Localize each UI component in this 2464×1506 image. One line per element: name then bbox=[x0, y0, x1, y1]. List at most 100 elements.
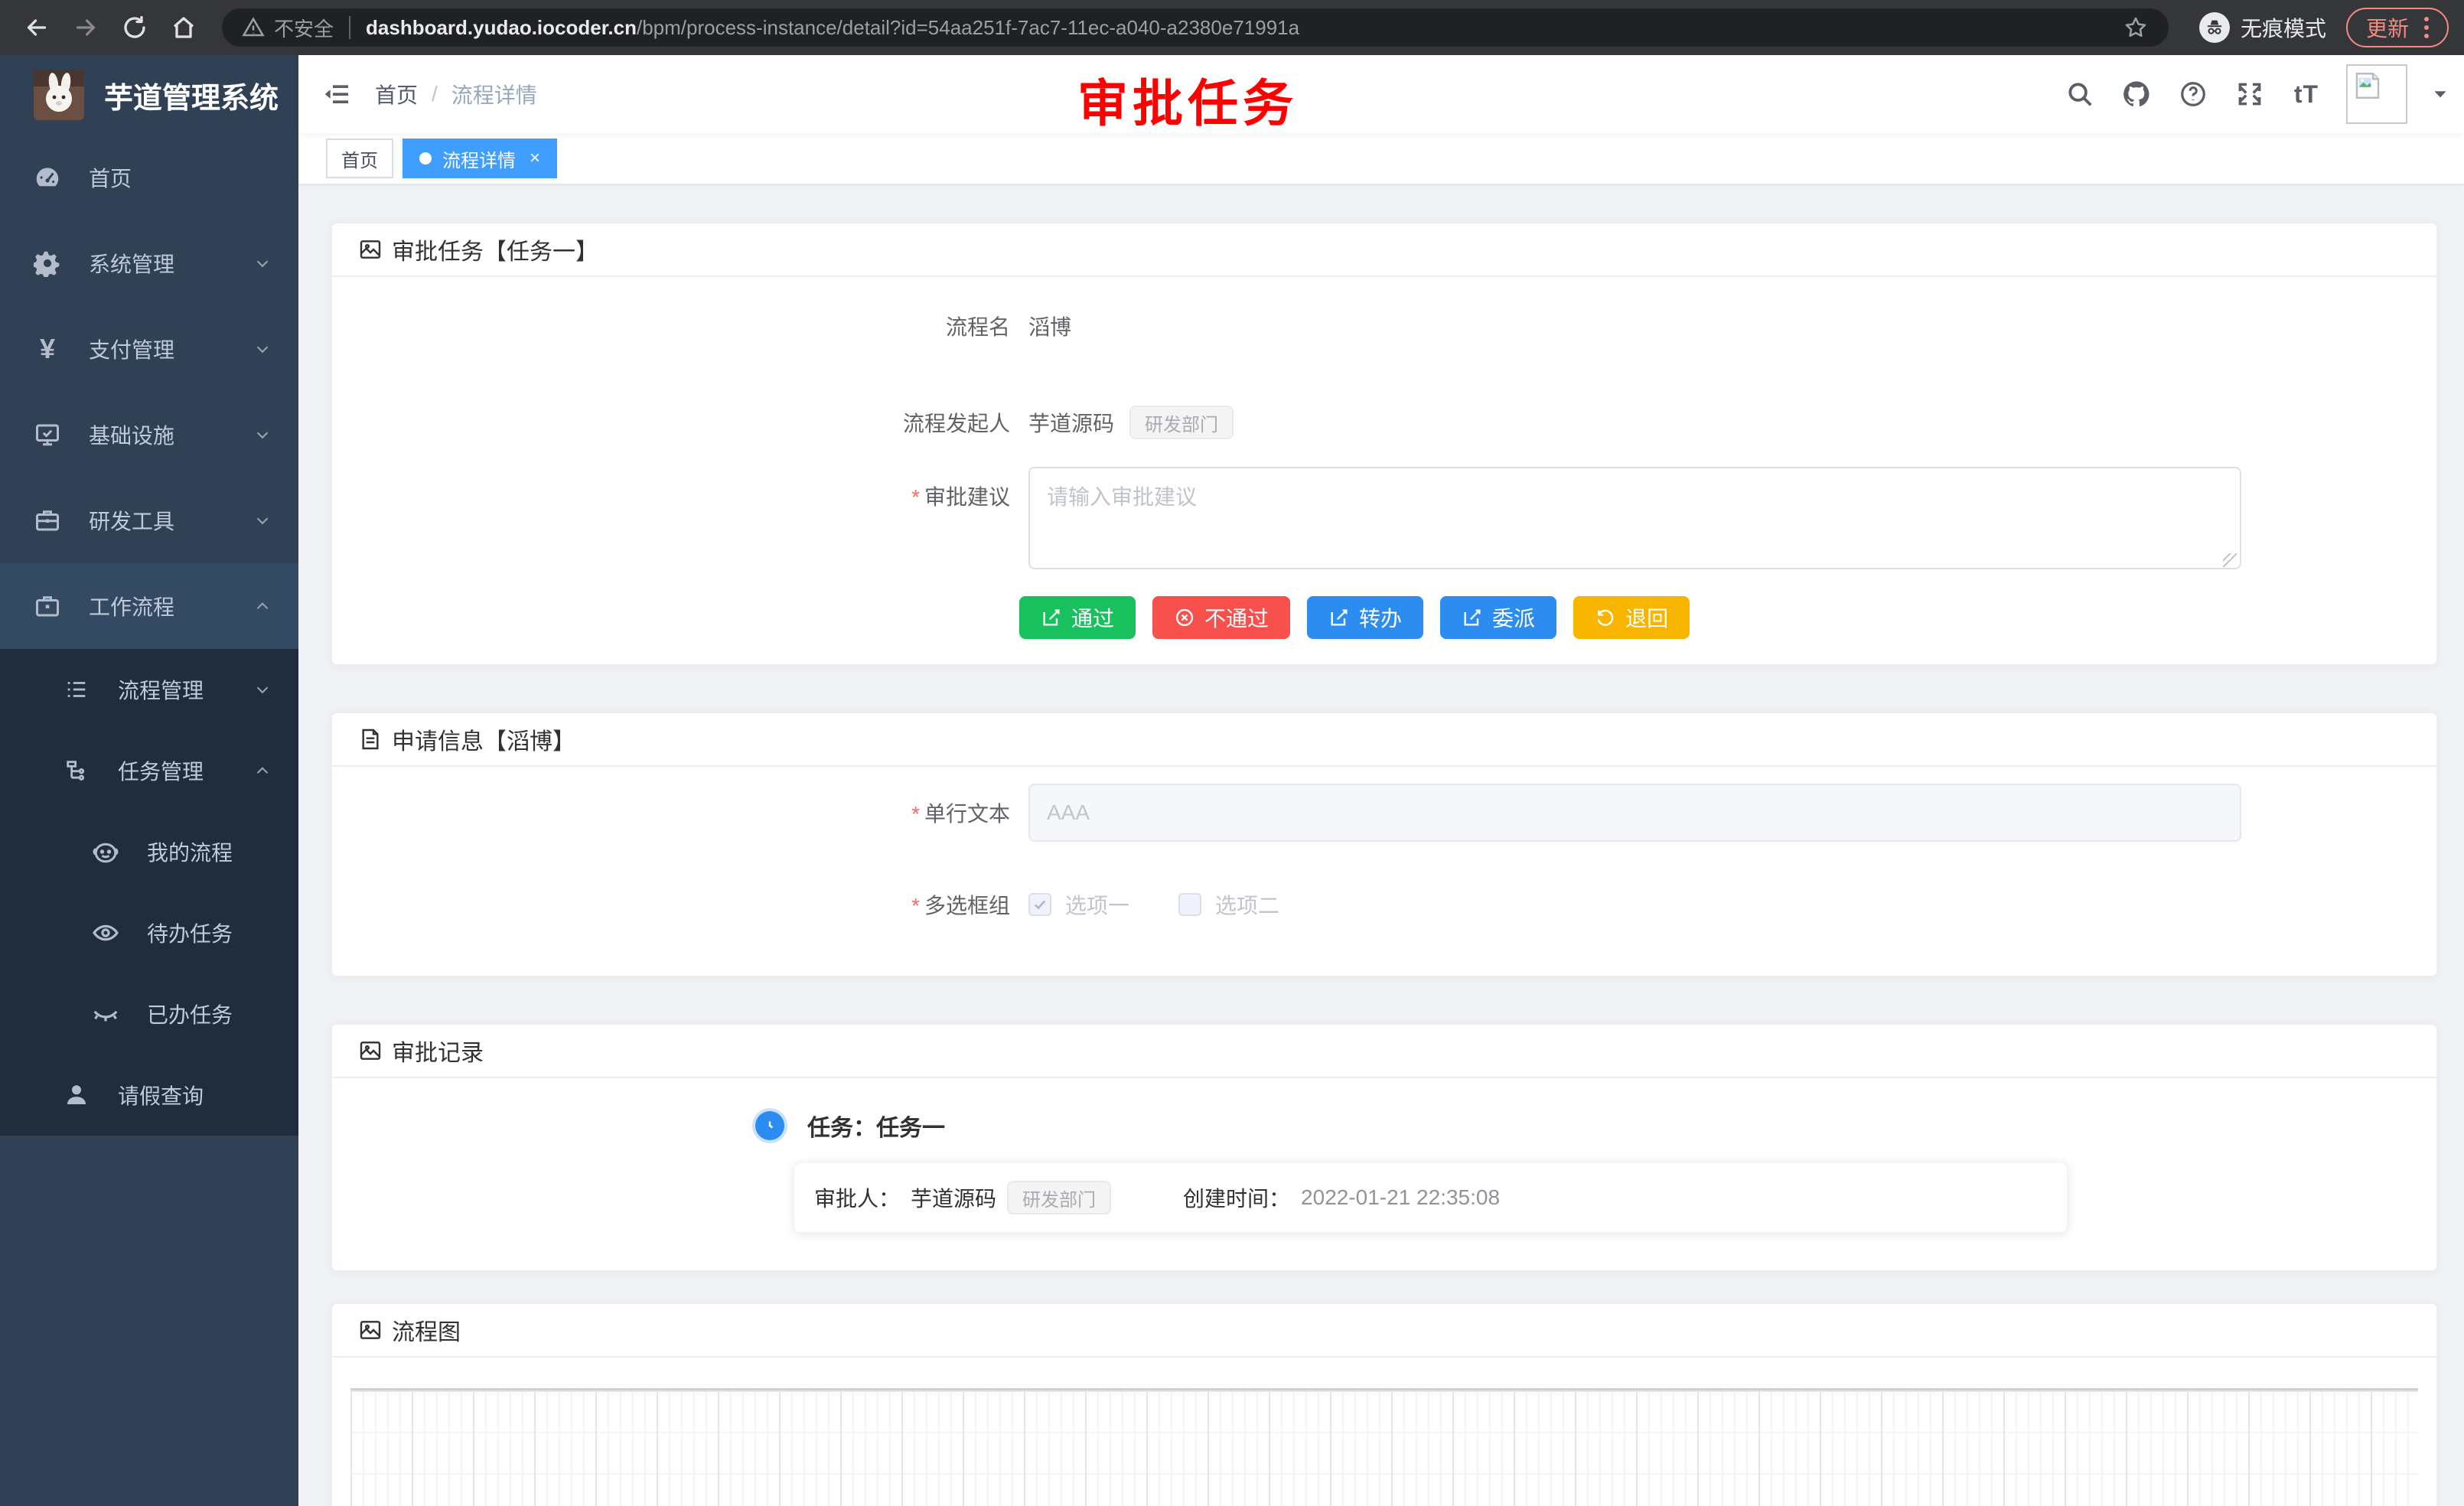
security-warning-icon bbox=[242, 16, 265, 39]
suggestion-textarea[interactable] bbox=[1028, 467, 2241, 569]
browser-home-icon[interactable] bbox=[162, 6, 205, 49]
app-logo bbox=[34, 70, 84, 120]
timeline-item: 任务：任务一 bbox=[755, 1109, 2436, 1143]
tab-process-detail[interactable]: 流程详情 × bbox=[403, 139, 557, 178]
browser-reload-icon[interactable] bbox=[113, 6, 156, 49]
sidebar-item-system[interactable]: 系统管理 bbox=[0, 220, 298, 306]
sidebar-item-label: 工作流程 bbox=[89, 591, 227, 621]
github-icon[interactable] bbox=[2120, 77, 2153, 111]
update-button[interactable]: 更新 bbox=[2346, 8, 2449, 47]
bookmark-star-icon[interactable] bbox=[2123, 15, 2149, 41]
sidebar-item-infra[interactable]: 基础设施 bbox=[0, 392, 298, 478]
sidebar-item-label: 待办任务 bbox=[147, 918, 298, 948]
sidebar-item-home[interactable]: 首页 bbox=[0, 135, 298, 220]
browser-toolbar: 不安全 dashboard.yudao.iocoder.cn /bpm/proc… bbox=[0, 0, 2464, 55]
bpmn-canvas[interactable] bbox=[350, 1388, 2418, 1506]
tab-home[interactable]: 首页 bbox=[326, 139, 393, 178]
yen-icon: ¥ bbox=[32, 335, 63, 363]
sidebar: 芋道管理系统 首页 系统管理 ¥ 支付管理 基础设施 bbox=[0, 55, 298, 1506]
tag-tabs-bar: 首页 流程详情 × bbox=[298, 133, 2464, 185]
sidebar-item-workflow[interactable]: 工作流程 bbox=[0, 563, 298, 649]
delegate-button[interactable]: 委派 bbox=[1440, 596, 1556, 639]
created-value: 2022-01-21 22:35:08 bbox=[1301, 1185, 1500, 1210]
assignee-value: 芋道源码 bbox=[911, 1182, 996, 1213]
fullscreen-icon[interactable] bbox=[2233, 77, 2267, 111]
required-marker: * bbox=[911, 894, 920, 918]
reject-button[interactable]: 不通过 bbox=[1152, 596, 1290, 639]
field-label: 流程发起人 bbox=[332, 407, 1028, 438]
navbar-actions: tT bbox=[2063, 55, 2450, 133]
checkbox-label: 选项一 bbox=[1065, 889, 1129, 920]
resize-grip[interactable] bbox=[2223, 553, 2237, 567]
browser-forward-icon[interactable] bbox=[64, 6, 107, 49]
clock-icon bbox=[755, 1111, 784, 1140]
sidebar-item-leave-query[interactable]: 请假查询 bbox=[0, 1055, 298, 1136]
sidebar-item-todo-tasks[interactable]: 待办任务 bbox=[0, 892, 298, 973]
annotation-text: 审批任务 bbox=[1077, 63, 1298, 136]
close-icon[interactable]: × bbox=[530, 149, 540, 168]
sidebar-item-done-tasks[interactable]: 已办任务 bbox=[0, 973, 298, 1055]
incognito-badge: 无痕模式 bbox=[2185, 12, 2340, 43]
approve-button[interactable]: 通过 bbox=[1019, 596, 1136, 639]
tree-icon bbox=[61, 758, 92, 784]
suggestion-row: *审批建议 bbox=[332, 467, 2436, 573]
field-label: 单行文本 bbox=[924, 802, 1010, 826]
toolbox-icon bbox=[32, 507, 63, 534]
chevron-up-icon bbox=[253, 596, 272, 616]
sidebar-item-label: 基础设施 bbox=[89, 419, 227, 450]
person-icon bbox=[61, 1081, 92, 1109]
initiator-row: 流程发起人 芋道源码 研发部门 bbox=[332, 401, 2436, 444]
update-label: 更新 bbox=[2366, 12, 2409, 43]
dept-tag: 研发部门 bbox=[1129, 406, 1234, 439]
sidebar-item-payment[interactable]: ¥ 支付管理 bbox=[0, 306, 298, 392]
card-header: 审批记录 bbox=[332, 1025, 2436, 1078]
active-dot bbox=[419, 152, 432, 165]
sidebar-item-devtools[interactable]: 研发工具 bbox=[0, 478, 298, 563]
help-icon[interactable] bbox=[2176, 77, 2210, 111]
browser-menu-icon[interactable] bbox=[2421, 14, 2432, 41]
list-icon bbox=[61, 676, 92, 702]
chevron-down-icon bbox=[253, 680, 272, 699]
sidebar-item-process-mgmt[interactable]: 流程管理 bbox=[0, 649, 298, 730]
url-path: /bpm/process-instance/detail?id=54aa251f… bbox=[637, 16, 1299, 40]
sidebar-item-label: 流程管理 bbox=[118, 674, 227, 705]
sidebar-item-label: 已办任务 bbox=[147, 999, 298, 1029]
sidebar-item-label: 我的流程 bbox=[147, 836, 298, 867]
address-bar[interactable]: 不安全 dashboard.yudao.iocoder.cn /bpm/proc… bbox=[222, 8, 2169, 47]
card-title: 审批任务【任务一】 bbox=[392, 233, 598, 266]
avatar[interactable] bbox=[2346, 64, 2407, 124]
browser-back-icon[interactable] bbox=[15, 6, 58, 49]
process-name-row: 流程名 滔博 bbox=[332, 305, 2436, 347]
breadcrumb-separator: / bbox=[432, 82, 438, 106]
document-icon bbox=[358, 727, 383, 751]
search-icon[interactable] bbox=[2063, 77, 2097, 111]
checkbox-option2: 选项二 bbox=[1178, 889, 1279, 920]
sidebar-item-label: 任务管理 bbox=[118, 755, 227, 786]
main-area: 首页 / 流程详情 tT bbox=[298, 55, 2464, 1506]
sidebar-item-label: 系统管理 bbox=[89, 248, 227, 279]
breadcrumb: 首页 / 流程详情 bbox=[375, 79, 537, 109]
return-button[interactable]: 退回 bbox=[1573, 596, 1690, 639]
sidebar-item-my-process[interactable]: 我的流程 bbox=[0, 811, 298, 892]
card-header: 流程图 bbox=[332, 1304, 2436, 1358]
approve-task-card: 审批任务【任务一】 流程名 滔博 流程发起人 芋道源码 研发部门 bbox=[331, 222, 2438, 666]
incognito-label: 无痕模式 bbox=[2241, 12, 2326, 43]
caret-down-icon[interactable] bbox=[2430, 84, 2450, 104]
required-marker: * bbox=[911, 485, 920, 509]
transfer-button[interactable]: 转办 bbox=[1307, 596, 1423, 639]
breadcrumb-home[interactable]: 首页 bbox=[375, 79, 418, 109]
assignee-label: 审批人： bbox=[814, 1182, 900, 1213]
chevron-down-icon bbox=[253, 339, 272, 359]
sidebar-item-task-mgmt[interactable]: 任务管理 bbox=[0, 730, 298, 811]
font-size-icon[interactable]: tT bbox=[2290, 77, 2323, 111]
picture-icon bbox=[358, 1038, 383, 1063]
incognito-icon bbox=[2199, 12, 2230, 43]
briefcase-icon bbox=[32, 592, 63, 620]
apply-info-card: 申请信息【滔博】 *单行文本 *多选框组 bbox=[331, 712, 2438, 977]
checkbox-unchecked-icon bbox=[1178, 893, 1201, 916]
sidebar-item-label: 研发工具 bbox=[89, 505, 227, 536]
sidebar-fold-icon[interactable] bbox=[298, 79, 375, 109]
broken-image-icon bbox=[2352, 70, 2384, 102]
top-navbar: 首页 / 流程详情 tT bbox=[298, 55, 2464, 133]
created-label: 创建时间： bbox=[1183, 1182, 1290, 1213]
